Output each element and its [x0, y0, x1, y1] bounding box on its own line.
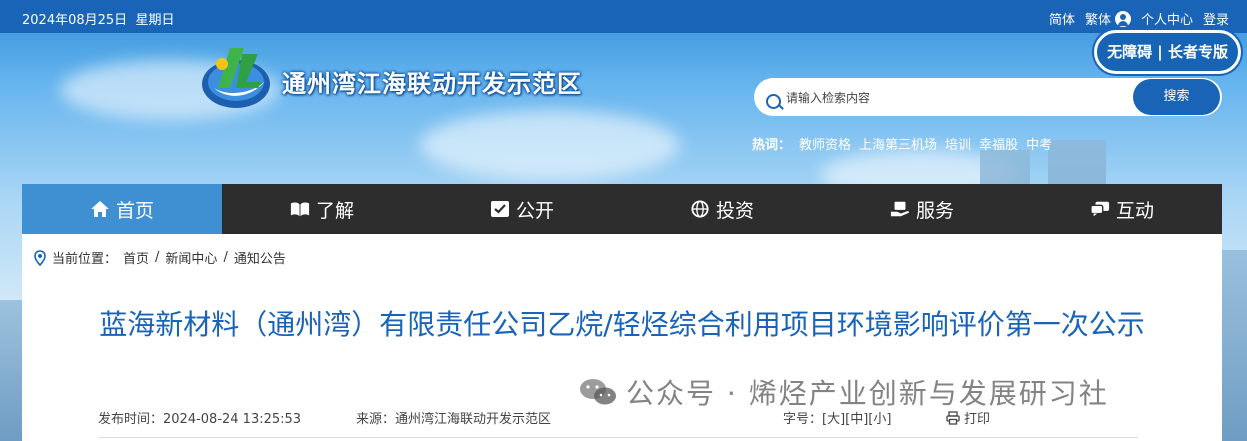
site-name: 通州湾江海联动开发示范区 — [282, 70, 582, 98]
publish-time: 发布时间：2024-08-24 13:25:53 — [98, 412, 302, 427]
nav-label: 服务 — [915, 199, 954, 222]
traditional-link[interactable]: 繁体 — [1085, 9, 1111, 28]
top-bar: 2024年08月25日 星期日 简体 繁体 个人中心 登录 — [0, 0, 1247, 33]
watermark-text: 公众号 · 烯烃产业创新与发展研习社 — [626, 377, 1109, 410]
printer-icon — [946, 410, 960, 425]
nav-label: 投资 — [715, 199, 754, 222]
nav-service[interactable]: 服务 — [822, 184, 1022, 234]
search-box: 搜索 — [754, 78, 1222, 116]
wechat-icon — [580, 379, 616, 405]
breadcrumb-news[interactable]: 新闻中心 — [165, 248, 217, 267]
article-source: 来源：通州湾江海联动开发示范区 — [356, 412, 552, 427]
book-icon — [290, 202, 310, 217]
hot-word-link[interactable]: 培训 — [945, 134, 971, 153]
user-icon — [1114, 10, 1131, 27]
accessibility-button[interactable]: 无障碍 | 长者专版 — [1094, 30, 1241, 74]
hand-icon — [890, 201, 910, 217]
breadcrumb-notice[interactable]: 通知公告 — [234, 248, 286, 267]
site-logo — [202, 48, 270, 108]
nav-label: 了解 — [315, 199, 354, 222]
hot-word-link[interactable]: 幸福股 — [979, 134, 1018, 153]
hot-words: 热词： 教师资格 上海第三机场 培训 幸福股 中考 — [752, 134, 1052, 153]
home-icon — [90, 201, 109, 217]
breadcrumb: 当前位置： 首页 / 新闻中心 / 通知公告 — [34, 248, 286, 267]
breadcrumb-separator: / — [155, 250, 160, 265]
user-center-link[interactable]: 个人中心 — [1141, 9, 1193, 28]
nav-label: 首页 — [115, 199, 154, 222]
hot-word-link[interactable]: 上海第三机场 — [859, 134, 937, 153]
nav-label: 互动 — [1115, 199, 1154, 222]
hot-word-link[interactable]: 中考 — [1026, 134, 1052, 153]
hot-words-label: 热词： — [752, 138, 792, 153]
nav-home[interactable]: 首页 — [22, 184, 222, 234]
board-icon — [490, 201, 509, 217]
breadcrumb-label: 当前位置： — [52, 252, 118, 267]
location-pin-icon — [34, 249, 46, 266]
page-title: 蓝海新材料（通州湾）有限责任公司乙烷/轻烃综合利用项目环境影响评价第一次公示 — [99, 308, 1145, 341]
nav-public[interactable]: 公开 — [422, 184, 622, 234]
chat-icon — [1090, 201, 1110, 217]
search-button[interactable]: 搜索 — [1133, 79, 1220, 115]
watermark: 公众号 · 烯烃产业创新与发展研习社 — [578, 372, 1109, 412]
search-icon — [766, 94, 781, 109]
main-nav: 首页 了解 公开 投资 服务 互动 — [22, 184, 1222, 234]
nav-invest[interactable]: 投资 — [622, 184, 822, 234]
hot-word-link[interactable]: 教师资格 — [799, 134, 851, 153]
simplified-link[interactable]: 简体 — [1049, 9, 1075, 28]
nav-label: 公开 — [515, 199, 554, 222]
globe-icon — [691, 200, 709, 218]
nav-understand[interactable]: 了解 — [222, 184, 422, 234]
search-input[interactable] — [784, 86, 1128, 110]
breadcrumb-separator: / — [223, 250, 228, 265]
breadcrumb-home[interactable]: 首页 — [123, 248, 149, 267]
login-link[interactable]: 登录 — [1203, 9, 1229, 28]
divider — [98, 437, 1138, 438]
nav-interact[interactable]: 互动 — [1022, 184, 1222, 234]
date-display: 2024年08月25日 星期日 — [22, 13, 175, 28]
